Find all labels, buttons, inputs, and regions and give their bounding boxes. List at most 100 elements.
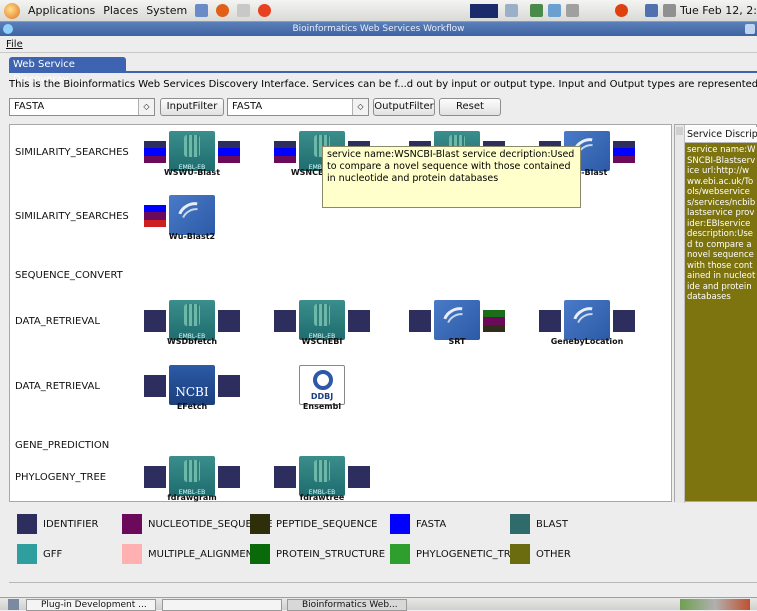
applications-icon[interactable] — [4, 2, 20, 19]
service-wu-blast2[interactable]: Wu-Blast2 — [144, 191, 240, 247]
legend-swatch — [17, 514, 37, 534]
close-window-icon[interactable] — [745, 24, 755, 34]
show-desktop-icon[interactable] — [8, 599, 19, 610]
type-color-stripe — [218, 466, 240, 474]
service-fdrawtree[interactable]: EMBL-EB fdrawtree — [274, 452, 370, 508]
intro-text: This is the Bioinformatics Web Services … — [9, 79, 757, 90]
update-notifier-icon[interactable] — [615, 4, 628, 17]
type-color-stripe — [409, 317, 431, 325]
service-srt[interactable]: SRT — [409, 296, 505, 352]
service-name: GenebyLocation — [550, 337, 624, 346]
type-color-stripe — [274, 480, 296, 488]
embl-icon[interactable]: EMBL-EB — [299, 300, 345, 340]
service-genebylocation[interactable]: GenebyLocation — [539, 296, 635, 352]
gnome-top-panel: Applications Places System Tue Feb 12, 2… — [0, 0, 757, 22]
embl-icon[interactable]: EMBL-EB — [169, 131, 215, 171]
input-filter-button[interactable]: InputFilter — [160, 98, 224, 116]
filter-controls: FASTA ◇ InputFilter FASTA ◇ OutputFilter… — [9, 98, 757, 118]
terminal-launcher-icon[interactable] — [195, 4, 209, 17]
volume-icon[interactable] — [663, 4, 676, 17]
type-color-stripe — [218, 155, 240, 163]
window-menu-icon[interactable] — [3, 24, 13, 34]
ncbi-icon[interactable]: NCBI — [169, 365, 215, 405]
service-fdrawgram[interactable]: EMBL-EB fdrawgram — [144, 452, 240, 508]
category-label: SEQUENCE_CONVERT — [15, 270, 123, 281]
embl-icon[interactable]: EMBL-EB — [169, 456, 215, 496]
scroll-thumb[interactable] — [676, 127, 683, 135]
service-wschebi[interactable]: EMBL-EB WSChEBI — [274, 296, 370, 352]
type-color-stripe — [144, 466, 166, 474]
type-color-stripe — [218, 480, 240, 488]
type-color-stripe — [144, 473, 166, 481]
type-color-stripe — [144, 205, 166, 213]
legend-swatch — [250, 514, 270, 534]
window-title: Bioinformatics Web Services Workflow — [292, 24, 465, 34]
service-efetch[interactable]: NCBI EFetch — [144, 361, 240, 417]
service-ensembl[interactable]: DDBJ Ensembl — [274, 361, 370, 417]
type-color-stripe — [144, 155, 166, 163]
type-color-stripe — [613, 148, 635, 156]
panel-menus: Applications Places System — [0, 2, 279, 19]
service-wsdbfetch[interactable]: EMBL-EB WSDbfetch — [144, 296, 240, 352]
output-filter-button[interactable]: OutputFilter — [373, 98, 435, 116]
service-name: fdrawgram — [167, 493, 217, 502]
embl-hexagon-shape — [184, 135, 200, 157]
type-color-stripe — [144, 219, 166, 227]
output-types-band — [613, 310, 635, 332]
output-types-band — [218, 310, 240, 332]
description-header: Service Discription — [685, 127, 757, 143]
input-types-band — [274, 141, 296, 163]
tray-icon-3[interactable] — [566, 4, 579, 17]
legend-item: PEPTIDE_SEQUENCE — [250, 514, 377, 534]
tray-icon-1[interactable] — [530, 4, 543, 17]
type-color-stripe — [274, 155, 296, 163]
embl-icon[interactable]: EMBL-EB — [169, 300, 215, 340]
system-monitor-applet[interactable] — [470, 4, 498, 18]
file-menu[interactable]: File — [6, 39, 23, 50]
legend-label: PROTEIN_STRUCTURE — [276, 548, 386, 560]
category-label: SIMILARITY_SEARCHES — [15, 211, 129, 222]
applications-menu[interactable]: Applications — [28, 4, 95, 17]
legend-label: GFF — [43, 548, 63, 560]
type-color-stripe — [539, 310, 561, 318]
chevron-updown-icon[interactable]: ◇ — [138, 99, 154, 115]
window-titlebar[interactable]: Bioinformatics Web Services Workflow — [0, 22, 757, 36]
system-menu[interactable]: System — [146, 4, 187, 17]
tray-icon-2[interactable] — [548, 4, 561, 17]
input-types-band — [144, 310, 166, 332]
panel-clock[interactable]: Tue Feb 12, 2:11 AM — [680, 4, 757, 17]
ddbj-icon[interactable]: DDBJ — [299, 365, 345, 405]
type-color-stripe — [144, 212, 166, 220]
type-color-stripe — [274, 310, 296, 318]
firefox-launcher-icon[interactable] — [216, 4, 230, 17]
horizontal-scrollbar[interactable] — [9, 582, 757, 590]
blast-icon[interactable] — [169, 195, 215, 235]
workspace-switcher[interactable] — [680, 599, 750, 610]
embl-icon[interactable]: EMBL-EB — [299, 456, 345, 496]
blast-icon[interactable] — [564, 300, 610, 340]
service-wswu-blast[interactable]: EMBL-EB WSWU-Blast — [144, 127, 240, 183]
output-type-select[interactable]: FASTA ◇ — [227, 98, 369, 116]
output-type-value: FASTA — [232, 101, 263, 112]
mail-launcher-icon[interactable] — [237, 4, 251, 17]
notes-applet-icon[interactable] — [350, 3, 363, 16]
tab-web-service-discovery[interactable]: Web Service Discoveray — [9, 57, 126, 85]
type-color-stripe — [409, 310, 431, 318]
description-scrollbar[interactable] — [675, 125, 685, 503]
help-launcher-icon[interactable] — [258, 4, 272, 17]
workspace-icon[interactable] — [505, 4, 518, 17]
taskbar-item-plugin-dev[interactable]: Plug-in Development ... — [26, 599, 156, 611]
input-types-band — [144, 375, 166, 397]
chevron-updown-icon[interactable]: ◇ — [352, 99, 368, 115]
type-color-stripe — [613, 310, 635, 318]
input-types-band — [144, 466, 166, 488]
places-menu[interactable]: Places — [103, 4, 138, 17]
input-types-band — [274, 466, 296, 488]
input-type-select[interactable]: FASTA ◇ — [9, 98, 155, 116]
taskbar-item-blank[interactable] — [162, 599, 282, 611]
network-icon[interactable] — [645, 4, 658, 17]
blast-icon[interactable] — [434, 300, 480, 340]
reset-button[interactable]: Reset — [439, 98, 501, 116]
legend-label: PEPTIDE_SEQUENCE — [276, 518, 378, 530]
taskbar-item-bioinformatics[interactable]: Bioinformatics Web... — [287, 599, 407, 611]
